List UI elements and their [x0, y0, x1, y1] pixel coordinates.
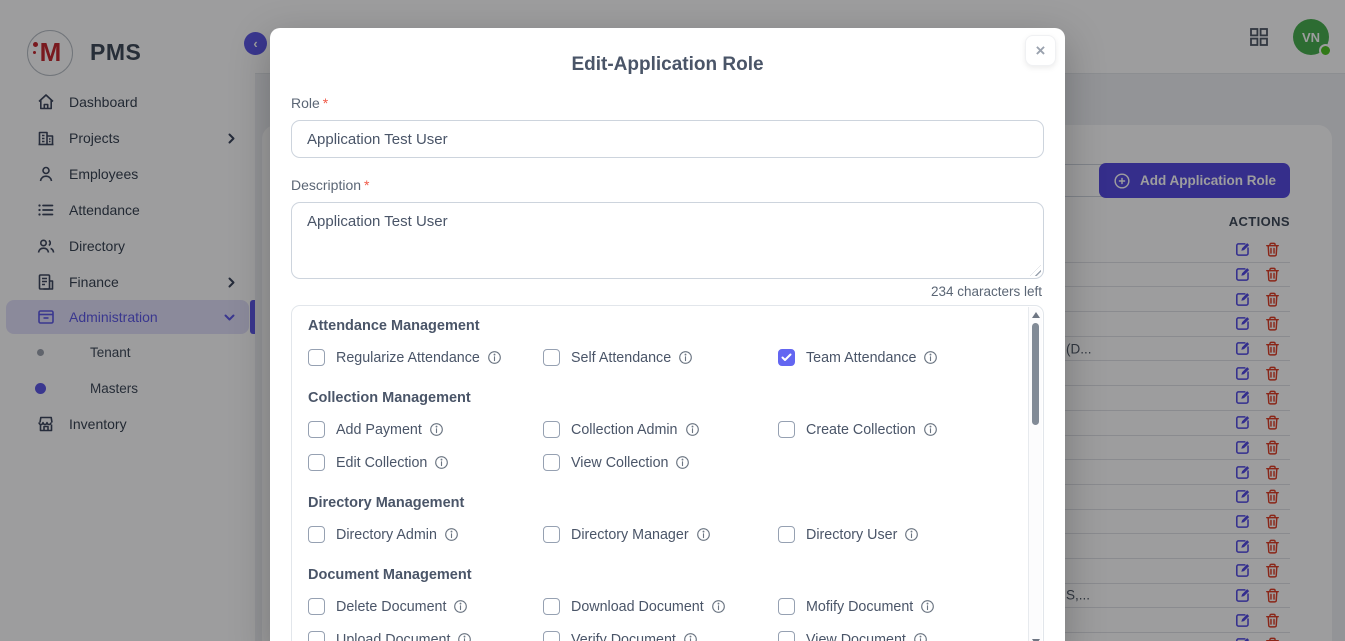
info-icon[interactable]: [696, 527, 711, 542]
permission-label: Directory Manager: [571, 527, 689, 543]
permission-label: Collection Admin: [571, 422, 678, 438]
permissions-panel: Attendance Management Regularize Attendan…: [291, 305, 1044, 641]
permission-team-attendance[interactable]: Team Attendance: [778, 349, 1013, 366]
permission-self-attendance[interactable]: Self Attendance: [543, 349, 778, 366]
checkbox-unchecked[interactable]: [543, 598, 560, 615]
checkbox-unchecked[interactable]: [778, 421, 795, 438]
scrollbar[interactable]: [1028, 307, 1042, 641]
checkbox-unchecked[interactable]: [543, 526, 560, 543]
permission-section: Attendance Management Regularize Attendan…: [308, 318, 1013, 366]
checkbox-unchecked[interactable]: [308, 631, 325, 641]
permission-label: View Collection: [571, 455, 668, 471]
checkbox-unchecked[interactable]: [308, 349, 325, 366]
info-icon[interactable]: [434, 455, 449, 470]
permission-section-title: Attendance Management: [308, 318, 1013, 334]
close-icon[interactable]: ×: [1025, 35, 1056, 66]
description-textarea[interactable]: Application Test User: [291, 202, 1044, 279]
permission-label: Add Payment: [336, 422, 422, 438]
permission-verify-document[interactable]: Verify Document: [543, 631, 778, 641]
info-icon[interactable]: [675, 455, 690, 470]
required-asterisk: *: [364, 177, 369, 193]
checkbox-checked[interactable]: [778, 349, 795, 366]
checkbox-unchecked[interactable]: [308, 526, 325, 543]
checkbox-unchecked[interactable]: [543, 349, 560, 366]
permission-upload-document[interactable]: Upload Document: [308, 631, 543, 641]
info-icon[interactable]: [453, 599, 468, 614]
info-icon[interactable]: [913, 632, 928, 641]
checkbox-unchecked[interactable]: [778, 631, 795, 641]
permission-label: Upload Document: [336, 632, 450, 641]
info-icon[interactable]: [923, 350, 938, 365]
checkbox-unchecked[interactable]: [778, 598, 795, 615]
info-icon[interactable]: [487, 350, 502, 365]
checkbox-unchecked[interactable]: [543, 631, 560, 641]
permission-label: View Document: [806, 632, 906, 641]
scroll-up-icon[interactable]: [1032, 312, 1040, 318]
permission-download-document[interactable]: Download Document: [543, 598, 778, 615]
permission-delete-document[interactable]: Delete Document: [308, 598, 543, 615]
permission-label: Regularize Attendance: [336, 350, 480, 366]
permission-section: Document Management Delete Document Downlo…: [308, 567, 1013, 641]
permission-regularize-attendance[interactable]: Regularize Attendance: [308, 349, 543, 366]
modal-title: Edit-Application Role: [291, 54, 1044, 76]
checkbox-unchecked[interactable]: [308, 454, 325, 471]
permission-view-collection[interactable]: View Collection: [543, 454, 778, 471]
info-icon[interactable]: [678, 350, 693, 365]
permission-label: Download Document: [571, 599, 704, 615]
permission-label: Mofify Document: [806, 599, 913, 615]
info-icon[interactable]: [711, 599, 726, 614]
role-input[interactable]: Application Test User: [291, 120, 1044, 158]
required-asterisk: *: [323, 95, 328, 111]
permission-label: Team Attendance: [806, 350, 916, 366]
permission-label: Delete Document: [336, 599, 446, 615]
info-icon[interactable]: [429, 422, 444, 437]
info-icon[interactable]: [457, 632, 472, 641]
info-icon[interactable]: [683, 632, 698, 641]
permission-create-collection[interactable]: Create Collection: [778, 421, 1013, 438]
permission-label: Edit Collection: [336, 455, 427, 471]
edit-application-role-modal: Edit-Application Role × Role* Applicatio…: [270, 28, 1065, 641]
info-icon[interactable]: [920, 599, 935, 614]
permission-label: Verify Document: [571, 632, 676, 641]
characters-left-counter: 234 characters left: [291, 284, 1042, 299]
permission-section-title: Document Management: [308, 567, 1013, 583]
permission-section: Collection Management Add Payment Collecti…: [308, 390, 1013, 471]
info-icon[interactable]: [685, 422, 700, 437]
permission-label: Create Collection: [806, 422, 916, 438]
permission-add-payment[interactable]: Add Payment: [308, 421, 543, 438]
permission-label: Directory User: [806, 527, 897, 543]
checkbox-unchecked[interactable]: [778, 526, 795, 543]
permission-view-document[interactable]: View Document: [778, 631, 1013, 641]
permission-directory-user[interactable]: Directory User: [778, 526, 1013, 543]
permission-mofify-document[interactable]: Mofify Document: [778, 598, 1013, 615]
description-field-label: Description*: [291, 177, 1044, 193]
permission-label: Directory Admin: [336, 527, 437, 543]
role-field-label: Role*: [291, 95, 1044, 111]
permission-section: Directory Management Directory Admin Direc…: [308, 495, 1013, 543]
checkbox-unchecked[interactable]: [308, 598, 325, 615]
checkbox-unchecked[interactable]: [543, 421, 560, 438]
permission-section-title: Collection Management: [308, 390, 1013, 406]
permission-edit-collection[interactable]: Edit Collection: [308, 454, 543, 471]
permission-directory-manager[interactable]: Directory Manager: [543, 526, 778, 543]
info-icon[interactable]: [904, 527, 919, 542]
permission-directory-admin[interactable]: Directory Admin: [308, 526, 543, 543]
info-icon[interactable]: [444, 527, 459, 542]
checkbox-unchecked[interactable]: [308, 421, 325, 438]
checkbox-unchecked[interactable]: [543, 454, 560, 471]
permission-label: Self Attendance: [571, 350, 671, 366]
permission-section-title: Directory Management: [308, 495, 1013, 511]
info-icon[interactable]: [923, 422, 938, 437]
scrollbar-thumb[interactable]: [1032, 323, 1039, 425]
permission-collection-admin[interactable]: Collection Admin: [543, 421, 778, 438]
